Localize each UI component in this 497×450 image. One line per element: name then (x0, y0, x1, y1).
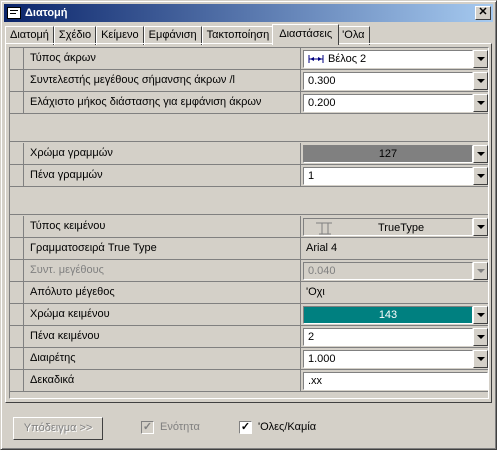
text-pen-dropdown-button[interactable] (473, 328, 488, 346)
row-text-pen: Πένα κειμένου 2 (10, 326, 488, 348)
title-bar[interactable]: Διατομή ✕ (4, 4, 493, 22)
label-arrow-type: Τύπος άκρων (30, 52, 96, 64)
row-line-pen: Πένα γραμμών 1 (10, 165, 488, 187)
app-icon (7, 7, 21, 19)
row-divisor: Διαιρέτης 1.000 (10, 348, 488, 370)
close-button[interactable]: ✕ (475, 6, 491, 20)
divisor-dropdown-button[interactable] (473, 350, 488, 368)
row-min-length: Ελάχιστο μήκος διάστασης για εμφάνιση άκ… (10, 92, 488, 114)
dialog-window: Διατομή ✕ Διατομή Σχέδιο Κείμενο Εμφάνισ… (0, 0, 497, 450)
label-arrow-factor: Συντελεστής μεγέθους σήμανσης άκρων /l (30, 74, 235, 86)
tab-strip: Διατομή Σχέδιο Κείμενο Εμφάνιση Τακτοποί… (5, 24, 370, 45)
row-text-type: Τύπος κειμένου TrueType (10, 216, 488, 238)
label-min-length: Ελάχιστο μήκος διάστασης για εμφάνιση άκ… (30, 96, 262, 108)
truetype-icon (316, 222, 332, 235)
size-factor-dropdown-button (473, 262, 488, 280)
row-arrow-factor: Συντελεστής μεγέθους σήμανσης άκρων /l 0… (10, 70, 488, 92)
all-none-checkbox-label: 'Ολες/Καμία (258, 421, 317, 433)
text-type-value: TrueType (378, 221, 425, 234)
dialog-footer: Υπόδειγμα >> ✓ Ενότητα ✓ 'Ολες/Καμία (5, 407, 492, 447)
line-pen-select[interactable]: 1 (303, 167, 473, 185)
group-separator (10, 187, 488, 215)
property-grid: Τύπος άκρων Βέλος 2 Συντελεστής μεγέθους… (9, 47, 489, 399)
row-font: Γραμματοσειρά True Type Arial 4 (10, 238, 488, 260)
arrow-type-value: Βέλος 2 (328, 53, 367, 65)
label-size-factor: Συντ. μεγέθους (30, 264, 104, 276)
unit-checkbox[interactable]: ✓ (141, 421, 154, 434)
line-pen-dropdown-button[interactable] (473, 167, 488, 185)
group-separator (10, 114, 488, 142)
label-text-color: Χρώμα κειμένου (30, 308, 110, 320)
font-value[interactable]: Arial 4 (306, 242, 337, 254)
row-text-color: Χρώμα κειμένου 143 (10, 304, 488, 326)
row-arrow-type: Τύπος άκρων Βέλος 2 (10, 48, 488, 70)
all-none-checkbox[interactable]: ✓ (239, 421, 252, 434)
tab-dimensions[interactable]: Διαστάσεις (272, 24, 340, 45)
arrow-factor-dropdown-button[interactable] (473, 72, 488, 90)
line-color-dropdown-button[interactable] (473, 145, 488, 163)
label-line-pen: Πένα γραμμών (30, 169, 103, 181)
row-line-color: Χρώμα γραμμών 127 (10, 143, 488, 165)
unit-checkbox-label: Ενότητα (160, 421, 200, 433)
label-decimals: Δεκαδικά (30, 374, 75, 386)
arrow-end-icon (308, 55, 324, 64)
sample-button[interactable]: Υπόδειγμα >> (13, 417, 103, 440)
min-length-dropdown-button[interactable] (473, 94, 488, 112)
arrow-type-dropdown-button[interactable] (473, 50, 488, 68)
line-color-swatch[interactable]: 127 (303, 145, 473, 163)
text-type-dropdown-button[interactable] (473, 218, 488, 236)
min-length-input[interactable]: 0.200 (303, 94, 473, 112)
label-line-color: Χρώμα γραμμών (30, 147, 113, 159)
row-size-factor: Συντ. μεγέθους 0.040 (10, 260, 488, 282)
text-color-swatch[interactable]: 143 (303, 306, 473, 324)
abs-size-value[interactable]: 'Οχι (306, 286, 325, 298)
arrow-type-select[interactable]: Βέλος 2 (303, 50, 473, 68)
text-pen-select[interactable]: 2 (303, 328, 473, 346)
row-decimals: Δεκαδικά .xx (10, 370, 488, 392)
text-color-dropdown-button[interactable] (473, 306, 488, 324)
size-factor-input: 0.040 (303, 262, 473, 280)
label-text-pen: Πένα κειμένου (30, 330, 100, 342)
label-abs-size: Απόλυτο μέγεθος (30, 286, 115, 298)
arrow-factor-input[interactable]: 0.300 (303, 72, 473, 90)
label-divisor: Διαιρέτης (30, 352, 76, 364)
decimals-input[interactable]: .xx (303, 372, 488, 390)
row-abs-size: Απόλυτο μέγεθος 'Οχι (10, 282, 488, 304)
window-title: Διατομή (25, 7, 68, 19)
label-font: Γραμματοσειρά True Type (30, 242, 157, 254)
label-text-type: Τύπος κειμένου (30, 220, 106, 232)
text-type-select[interactable]: TrueType (303, 218, 473, 236)
divisor-input[interactable]: 1.000 (303, 350, 473, 368)
dimensions-panel: Τύπος άκρων Βέλος 2 Συντελεστής μεγέθους… (5, 43, 492, 403)
